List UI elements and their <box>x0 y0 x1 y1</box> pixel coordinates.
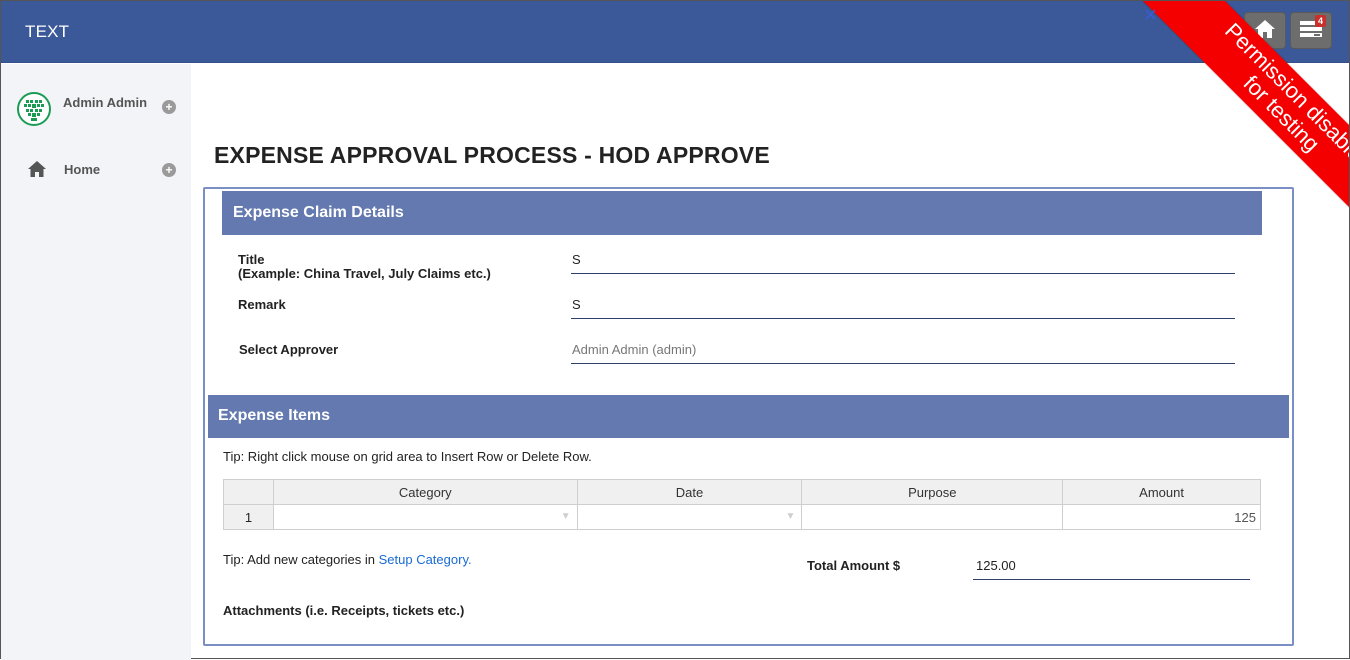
amount-cell[interactable]: 125 <box>1062 504 1261 530</box>
total-amount-field[interactable]: 125.00 <box>976 558 1016 573</box>
app-title: TEXT <box>25 22 70 41</box>
table-row[interactable]: 1 ▼ ▼ 125 <box>223 504 1261 530</box>
grid-tip: Tip: Right click mouse on grid area to I… <box>223 449 592 464</box>
total-amount-underline <box>973 579 1250 580</box>
tasks-button[interactable]: 4 <box>1290 12 1332 49</box>
setup-category-link[interactable]: Setup Category. <box>379 552 472 567</box>
sidebar-item-home[interactable]: Home + <box>27 160 187 180</box>
remark-underline <box>571 318 1235 319</box>
column-header-amount[interactable]: Amount <box>1062 479 1261 505</box>
remark-label: Remark <box>238 297 286 312</box>
sidebar-item-label: Home <box>64 162 101 177</box>
sidebar: Admin Admin + Home + <box>1 64 191 660</box>
expand-user-icon[interactable]: + <box>162 100 176 114</box>
title-underline <box>571 273 1235 274</box>
remark-field[interactable]: S <box>572 297 581 312</box>
title-label: Title <box>238 252 265 267</box>
category-tip: Tip: Add new categories in Setup Categor… <box>223 552 472 567</box>
close-icon[interactable]: × <box>1144 4 1157 26</box>
page-title: EXPENSE APPROVAL PROCESS - HOD APPROVE <box>214 142 770 168</box>
claim-section-header: Expense Claim Details <box>222 191 1262 235</box>
dropdown-arrow-icon[interactable]: ▼ <box>561 511 571 522</box>
items-section-header: Expense Items <box>208 395 1289 438</box>
home-icon <box>27 160 47 181</box>
title-field[interactable]: S <box>572 252 581 267</box>
date-cell[interactable]: ▼ <box>576 504 803 530</box>
grid-header-row: Category Date Purpose Amount <box>223 479 1261 505</box>
category-tip-text: Tip: Add new categories in <box>223 552 379 567</box>
grid-corner <box>223 479 274 505</box>
approver-label: Select Approver <box>239 342 339 357</box>
column-header-date[interactable]: Date <box>576 479 803 505</box>
approver-underline <box>571 363 1235 364</box>
column-header-purpose[interactable]: Purpose <box>801 479 1064 505</box>
avatar <box>17 92 51 126</box>
approver-field[interactable]: Admin Admin (admin) <box>572 342 696 357</box>
column-header-category[interactable]: Category <box>272 479 578 505</box>
attachments-label: Attachments (i.e. Receipts, tickets etc.… <box>223 603 465 618</box>
total-amount-label: Total Amount $ <box>807 558 901 573</box>
row-number: 1 <box>223 504 274 530</box>
user-name: Admin Admin <box>63 95 148 110</box>
tasks-badge: 4 <box>1315 15 1326 27</box>
expand-home-icon[interactable]: + <box>162 163 176 177</box>
dropdown-arrow-icon[interactable]: ▼ <box>786 511 796 522</box>
title-hint: (Example: China Travel, July Claims etc.… <box>238 266 491 281</box>
sidebar-user[interactable]: Admin Admin + <box>17 92 187 128</box>
category-cell[interactable]: ▼ <box>272 504 578 530</box>
expense-grid[interactable]: Category Date Purpose Amount 1 ▼ ▼ 125 <box>223 479 1261 530</box>
purpose-cell[interactable] <box>801 504 1064 530</box>
